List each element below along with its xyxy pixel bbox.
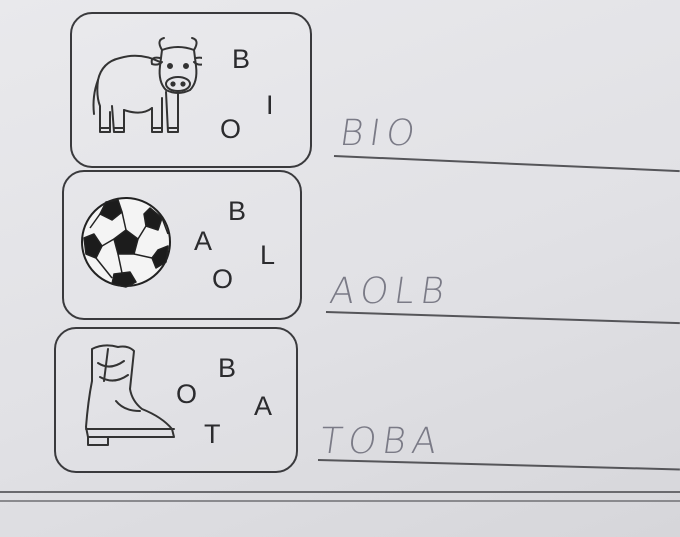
scrambled-letter: T <box>204 419 221 449</box>
exercise-card-ball: B A L O <box>62 170 302 320</box>
scrambled-letter: B <box>228 196 247 226</box>
soccer-ball-icon <box>81 197 171 288</box>
scrambled-letter: O <box>212 264 234 294</box>
cow-icon <box>92 37 202 133</box>
scrambled-letter: A <box>194 226 213 256</box>
scrambled-letter: A <box>254 391 273 421</box>
answer-line <box>325 311 680 325</box>
exercise-card-boot: B O A T <box>54 327 298 473</box>
bottom-rule <box>0 491 680 493</box>
scrambled-letter: I <box>266 90 274 120</box>
bottom-rule <box>0 500 680 502</box>
scrambled-letter: O <box>220 114 242 144</box>
scrambled-letter: O <box>176 379 198 409</box>
answer-line <box>317 459 680 471</box>
boot-icon <box>85 344 175 446</box>
exercise-card-cow: B I O <box>70 12 312 168</box>
answer-line <box>333 155 680 173</box>
answer-handwriting: TOBA <box>317 421 446 462</box>
scrambled-letter: B <box>218 353 237 383</box>
answer-handwriting: BIO <box>337 113 424 154</box>
answer-handwriting: AOLB <box>327 271 453 312</box>
scrambled-letter: B <box>232 44 251 74</box>
worksheet-page: B I O B A L O B O A T BIO AOLB TOBA <box>0 0 680 537</box>
scrambled-letter: L <box>260 240 276 270</box>
